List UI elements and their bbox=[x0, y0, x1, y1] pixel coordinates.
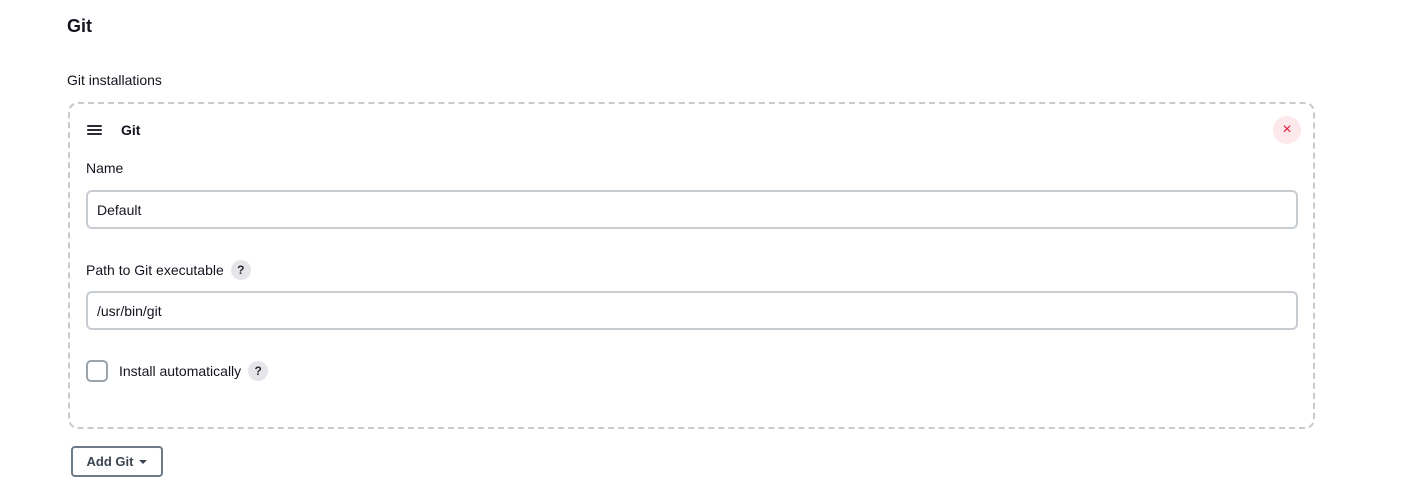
name-label: Name bbox=[86, 160, 123, 176]
git-installation-card: Git × Name Path to Git executable ? Inst… bbox=[68, 102, 1315, 429]
install-automatically-checkbox[interactable] bbox=[86, 360, 108, 382]
install-help-icon[interactable]: ? bbox=[248, 361, 269, 381]
name-input[interactable] bbox=[86, 190, 1298, 229]
drag-handle-icon[interactable] bbox=[87, 125, 102, 135]
name-label-text: Name bbox=[86, 160, 124, 176]
path-label: Path to Git executable ? bbox=[86, 260, 251, 280]
path-input[interactable] bbox=[86, 291, 1298, 330]
path-label-text: Path to Git executable bbox=[86, 262, 224, 278]
install-automatically-row: Install automatically ? bbox=[86, 360, 269, 382]
card-title: Git bbox=[121, 122, 141, 138]
card-header: Git bbox=[87, 122, 140, 138]
install-automatically-label[interactable]: Install automatically bbox=[119, 363, 241, 379]
add-git-button[interactable]: Add Git bbox=[71, 446, 163, 477]
delete-installation-button[interactable]: × bbox=[1273, 116, 1301, 144]
section-title: Git bbox=[67, 16, 92, 36]
chevron-down-icon bbox=[139, 459, 148, 464]
close-icon: × bbox=[1282, 121, 1292, 138]
path-help-icon[interactable]: ? bbox=[230, 260, 251, 280]
add-git-label: Add Git bbox=[86, 454, 134, 469]
git-installations-label: Git installations bbox=[67, 72, 162, 88]
